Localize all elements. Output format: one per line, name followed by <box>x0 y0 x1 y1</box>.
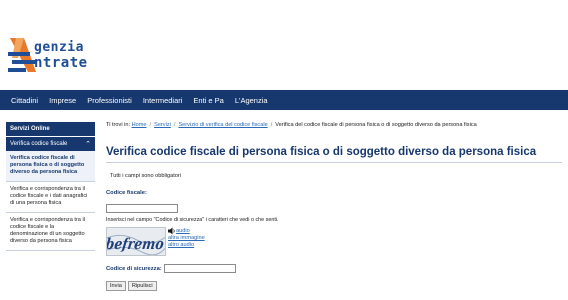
breadcrumb-link-servizio[interactable]: Servizio di verifica del codice fiscale <box>178 122 267 128</box>
nav-item-professionisti[interactable]: Professionisti <box>87 96 132 105</box>
breadcrumb-separator: / <box>270 122 273 128</box>
captcha-image: befremo <box>106 227 166 256</box>
captcha-graphic: befremo <box>107 234 165 255</box>
logo-text-agenzia: genzia <box>34 40 84 55</box>
captcha-instructions: Inserisci nel campo "Codice di sicurezza… <box>106 217 279 223</box>
reset-button[interactable]: Ripulisci <box>127 281 157 291</box>
site-header: genzia ntrate <box>0 0 568 90</box>
nav-item-agenzia[interactable]: L'Agenzia <box>235 96 268 105</box>
logo-text-entrate: ntrate <box>34 55 88 71</box>
agenzia-entrate-logo[interactable]: genzia ntrate <box>6 36 136 76</box>
chevron-up-icon: ⌃ <box>85 141 91 148</box>
sidebar-item-verifica-codice[interactable]: Verifica codice fiscale di persona fisic… <box>6 151 95 182</box>
breadcrumb-link-servizi[interactable]: Servizi <box>154 122 171 128</box>
nav-item-imprese[interactable]: Imprese <box>49 96 76 105</box>
required-fields-note: Tutti i campi sono obbligatori <box>110 173 181 179</box>
captcha-options: audio altra immagine altro audio <box>168 227 205 248</box>
breadcrumb-separator: / <box>173 122 176 128</box>
captcha-row: befremo audio altra immagine altro audio <box>106 227 562 258</box>
breadcrumb-link-home[interactable]: Home <box>132 122 147 128</box>
nav-item-enti-pa[interactable]: Enti e Pa <box>193 96 223 105</box>
audio-link[interactable]: audio <box>176 228 190 235</box>
sidebar-section-toggle[interactable]: Verifica codice fiscale ⌃ <box>6 137 95 151</box>
sidebar-item-verifica-soggetto[interactable]: Verifica e corrispondenza tra il codice … <box>6 213 95 251</box>
form-buttons: Invia Ripulisci <box>106 281 562 291</box>
submit-button[interactable]: Invia <box>106 281 126 291</box>
audio-row: audio <box>168 227 205 235</box>
other-audio-link[interactable]: altro audio <box>168 242 205 249</box>
nav-item-cittadini[interactable]: Cittadini <box>11 96 38 105</box>
breadcrumb-current: Verifica del codice fiscale di persona f… <box>275 122 477 128</box>
nav-item-intermediari[interactable]: Intermediari <box>143 96 183 105</box>
breadcrumb: Ti trovi in: Home / Servizi / Servizio di ve… <box>106 122 562 132</box>
main-nav: Cittadini Imprese Professionisti Interme… <box>0 90 568 110</box>
codice-fiscale-label: Codice fiscale: <box>106 190 147 196</box>
security-code-label: Codice di sicurezza: <box>106 265 162 272</box>
main-content: Ti trovi in: Home / Servizi / Servizio di ve… <box>106 122 562 291</box>
speaker-icon[interactable] <box>168 227 176 235</box>
sidebar-heading: Servizi Online <box>6 122 95 136</box>
title-divider <box>106 162 562 163</box>
sidebar-section-label: Verifica codice fiscale <box>10 141 68 147</box>
security-code-row: Codice di sicurezza: <box>106 264 562 273</box>
sidebar: Servizi Online Verifica codice fiscale ⌃… <box>6 122 95 251</box>
breadcrumb-separator: / <box>149 122 152 128</box>
page-title: Verifica codice fiscale di persona fisic… <box>106 146 537 158</box>
codice-fiscale-input[interactable] <box>106 203 178 213</box>
sidebar-item-verifica-persona[interactable]: Verifica e corrispondenza tra il codice … <box>6 182 95 213</box>
security-code-input[interactable] <box>163 264 236 273</box>
breadcrumb-prefix: Ti trovi in: <box>106 122 131 128</box>
captcha-text: befremo <box>107 235 165 253</box>
